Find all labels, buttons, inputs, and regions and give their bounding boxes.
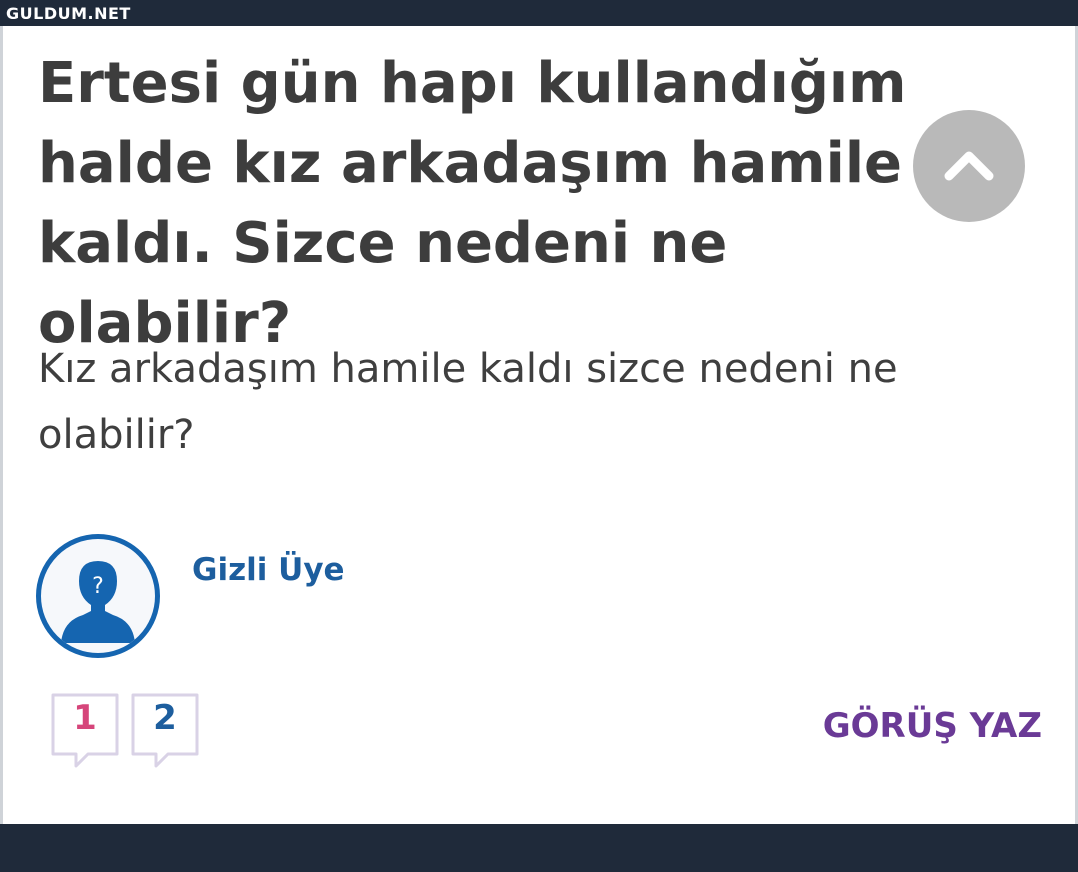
chevron-up-icon [944,151,994,181]
question-title: Ertesi gün hapı kullandığım halde kız ar… [38,51,907,356]
author-name[interactable]: Gizli Üye [192,552,345,588]
bottom-bar [0,824,1078,872]
avatar[interactable]: ? [36,534,160,658]
watermark: GULDUM.NET [6,4,131,23]
opinion-count: 2 [153,698,177,738]
question-body: Kız arkadaşım hamile kaldı sizce nedeni … [38,346,898,458]
answer-count: 1 [73,698,97,738]
top-bar: GULDUM.NET [0,0,1078,26]
svg-text:?: ? [92,574,104,599]
opinion-count-badge[interactable]: 2 [130,692,200,770]
answer-count-badge[interactable]: 1 [50,692,120,770]
scroll-to-top-button[interactable] [913,110,1025,222]
write-opinion-button[interactable]: GÖRÜŞ YAZ [823,706,1042,746]
anonymous-user-icon: ? [61,561,135,643]
